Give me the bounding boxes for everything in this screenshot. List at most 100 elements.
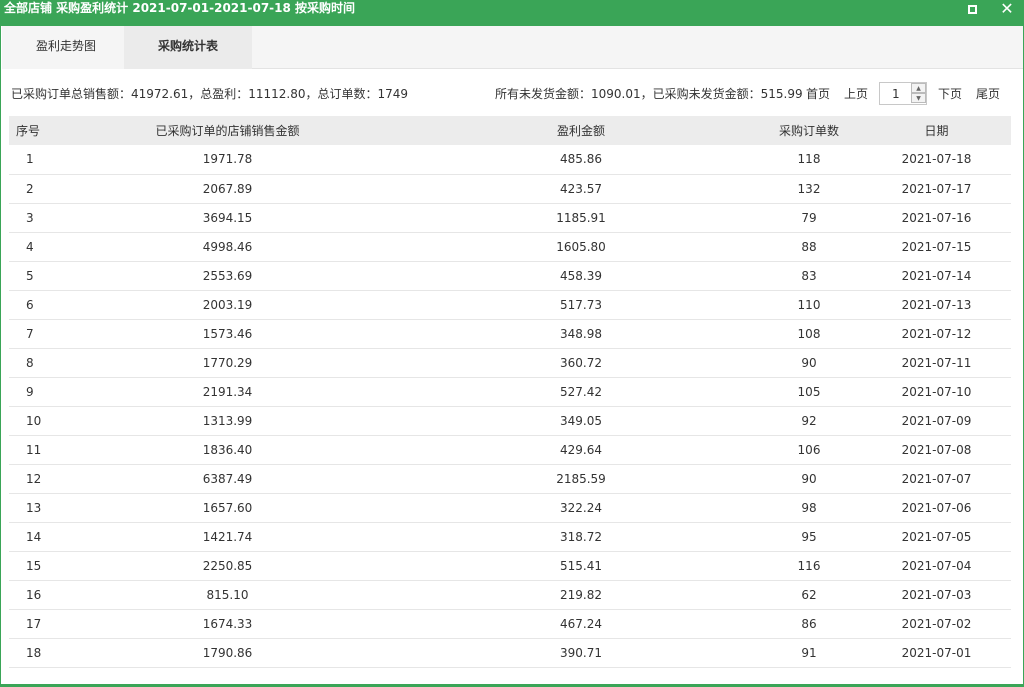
table-row[interactable]: 9 2191.34 527.42 105 2021-07-10 — [9, 377, 1011, 406]
cell-date: 2021-07-16 — [901, 210, 972, 225]
table-row[interactable]: 11 1836.40 429.64 106 2021-07-08 — [9, 435, 1011, 464]
cell-profit: 467.24 — [560, 616, 602, 631]
cell-date: 2021-07-08 — [901, 442, 972, 457]
cell-orders: 95 — [801, 529, 817, 544]
cell-date: 2021-07-09 — [901, 413, 972, 428]
cell-index: 16 — [26, 587, 42, 602]
cell-sales: 2191.34 — [202, 384, 253, 399]
table-row[interactable]: 7 1573.46 348.98 108 2021-07-12 — [9, 319, 1011, 348]
window-title: 全部店铺 采购盈利统计 2021-07-01-2021-07-18 按采购时间 — [4, 1, 356, 15]
next-page-link[interactable]: 下页 — [938, 86, 962, 102]
table-row[interactable]: 17 1674.33 467.24 86 2021-07-02 — [9, 609, 1011, 638]
cell-orders: 98 — [801, 500, 817, 515]
cell-index: 3 — [26, 210, 34, 225]
cell-profit: 1185.91 — [556, 210, 606, 225]
summary-totals: 已采购订单总销售额：41972.61，总盈利：11112.80，总订单数：174… — [11, 87, 409, 101]
table-body: 1 1971.78 485.86 118 2021-07-18 2 2067.89 423.5… — [9, 145, 1011, 667]
cell-sales: 3694.15 — [202, 210, 253, 225]
spin-up-button[interactable]: ▲ — [911, 83, 926, 93]
cell-orders: 118 — [797, 152, 821, 167]
cell-date: 2021-07-13 — [901, 297, 972, 312]
cell-orders: 110 — [797, 297, 821, 312]
tab-bar: 盈利走势图 采购统计表 — [2, 26, 1023, 69]
cell-sales: 4998.46 — [202, 239, 253, 254]
cell-orders: 108 — [797, 326, 821, 341]
cell-profit: 423.57 — [560, 181, 602, 196]
cell-date: 2021-07-05 — [901, 529, 972, 544]
cell-index: 7 — [26, 326, 34, 341]
table-row[interactable]: 12 6387.49 2185.59 90 2021-07-07 — [9, 464, 1011, 493]
table-row[interactable]: 8 1770.29 360.72 90 2021-07-11 — [9, 348, 1011, 377]
table-row[interactable]: 2 2067.89 423.57 132 2021-07-17 — [9, 174, 1011, 203]
cell-index: 11 — [26, 442, 42, 457]
table-row[interactable]: 13 1657.60 322.24 98 2021-07-06 — [9, 493, 1011, 522]
table-row[interactable]: 16 815.10 219.82 62 2021-07-03 — [9, 580, 1011, 609]
tab-profit-trend[interactable]: 盈利走势图 — [2, 26, 130, 69]
table-row[interactable]: 10 1313.99 349.05 92 2021-07-09 — [9, 406, 1011, 435]
table-row[interactable]: 6 2003.19 517.73 110 2021-07-13 — [9, 290, 1011, 319]
cell-orders: 105 — [797, 384, 821, 399]
cell-sales: 2067.89 — [202, 181, 253, 196]
cell-index: 18 — [26, 645, 42, 660]
header-index[interactable]: 序号 — [9, 116, 49, 145]
header-orders[interactable]: 采购订单数 — [756, 116, 862, 145]
cell-sales: 2553.69 — [202, 268, 253, 283]
tab-purchase-stats[interactable]: 采购统计表 — [124, 26, 252, 69]
header-profit[interactable]: 盈利金额 — [406, 116, 756, 145]
stats-table-container: 序号 已采购订单的店铺销售金额 盈利金额 采购订单数 日期 1 1971.78 48… — [9, 116, 1011, 668]
table-row[interactable]: 4 4998.46 1605.80 88 2021-07-15 — [9, 232, 1011, 261]
table-row[interactable]: 14 1421.74 318.72 95 2021-07-05 — [9, 522, 1011, 551]
maximize-button[interactable] — [959, 0, 985, 18]
cell-index: 9 — [26, 384, 34, 399]
table-header-row: 序号 已采购订单的店铺销售金额 盈利金额 采购订单数 日期 — [9, 116, 1011, 145]
cell-date: 2021-07-12 — [901, 326, 972, 341]
cell-profit: 517.73 — [560, 297, 602, 312]
spin-down-icon: ▼ — [916, 94, 921, 102]
cell-profit: 515.41 — [560, 558, 602, 573]
cell-profit: 219.82 — [560, 587, 602, 602]
cell-sales: 1421.74 — [202, 529, 253, 544]
last-page-link[interactable]: 尾页 — [976, 86, 1000, 102]
table-row[interactable]: 5 2553.69 458.39 83 2021-07-14 — [9, 261, 1011, 290]
table-row[interactable]: 1 1971.78 485.86 118 2021-07-18 — [9, 145, 1011, 174]
cell-index: 2 — [26, 181, 34, 196]
header-sales[interactable]: 已采购订单的店铺销售金额 — [49, 116, 406, 145]
cell-orders: 86 — [801, 616, 817, 631]
cell-date: 2021-07-11 — [901, 355, 972, 370]
cell-date: 2021-07-17 — [901, 181, 972, 196]
spin-down-button[interactable]: ▼ — [911, 93, 926, 103]
cell-index: 5 — [26, 268, 34, 283]
cell-index: 6 — [26, 297, 34, 312]
cell-date: 2021-07-02 — [901, 616, 972, 631]
cell-profit: 348.98 — [560, 326, 602, 341]
page-number-input[interactable] — [880, 83, 910, 104]
stats-table: 序号 已采购订单的店铺销售金额 盈利金额 采购订单数 日期 1 1971.78 48… — [9, 116, 1011, 668]
first-page-link[interactable]: 首页 — [806, 86, 830, 102]
table-row[interactable]: 15 2250.85 515.41 116 2021-07-04 — [9, 551, 1011, 580]
cell-profit: 322.24 — [560, 500, 602, 515]
close-icon: ✕ — [1000, 0, 1014, 18]
cell-profit: 349.05 — [560, 413, 602, 428]
stats-window: 全部店铺 采购盈利统计 2021-07-01-2021-07-18 按采购时间 … — [0, 0, 1024, 687]
cell-date: 2021-07-03 — [901, 587, 972, 602]
cell-sales: 6387.49 — [202, 471, 253, 486]
cell-sales: 1657.60 — [202, 500, 253, 515]
prev-page-link[interactable]: 上页 — [844, 86, 868, 102]
cell-index: 10 — [26, 413, 42, 428]
title-bar: 全部店铺 采购盈利统计 2021-07-01-2021-07-18 按采购时间 … — [1, 0, 1024, 26]
close-button[interactable]: ✕ — [994, 0, 1020, 18]
cell-orders: 83 — [801, 268, 817, 283]
table-row[interactable]: 3 3694.15 1185.91 79 2021-07-16 — [9, 203, 1011, 232]
cell-profit: 527.42 — [560, 384, 602, 399]
cell-date: 2021-07-10 — [901, 384, 972, 399]
cell-date: 2021-07-18 — [901, 152, 972, 167]
cell-orders: 92 — [801, 413, 817, 428]
cell-orders: 106 — [797, 442, 821, 457]
cell-orders: 90 — [801, 355, 817, 370]
table-row[interactable]: 18 1790.86 390.71 91 2021-07-01 — [9, 638, 1011, 667]
summary-unshipped: 所有未发货金额：1090.01，已采购未发货金额：515.99 — [495, 87, 803, 101]
header-date[interactable]: 日期 — [862, 116, 1011, 145]
cell-profit: 318.72 — [560, 529, 602, 544]
cell-sales: 1313.99 — [202, 413, 253, 428]
cell-date: 2021-07-06 — [901, 500, 972, 515]
